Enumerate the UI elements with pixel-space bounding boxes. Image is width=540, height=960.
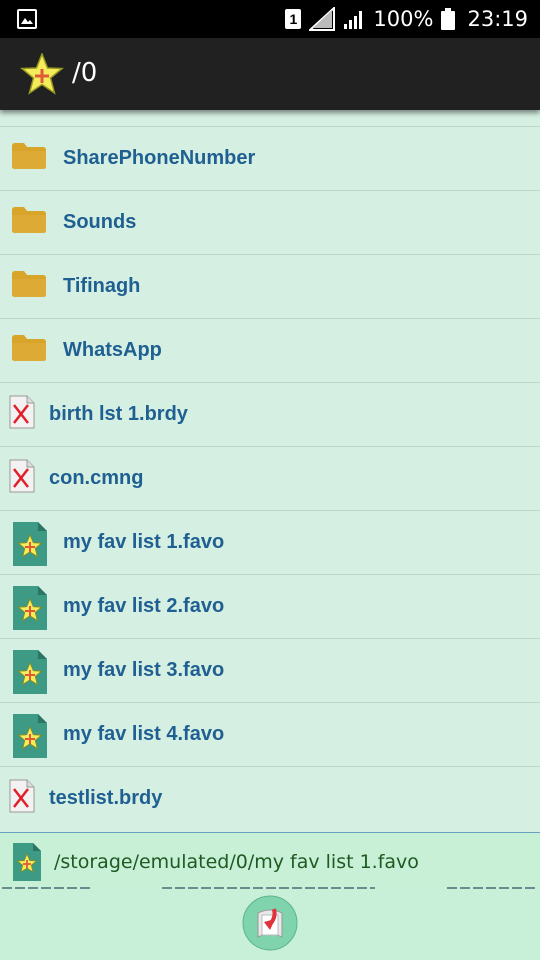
file-name: my fav list 4.favo [63, 723, 225, 745]
file-name: my fav list 1.favo [63, 531, 225, 553]
page-title: /0 [72, 58, 98, 88]
broken-file-icon [9, 395, 35, 429]
sim-slot-badge: 1 [285, 9, 302, 29]
file-name: testlist.brdy [49, 787, 163, 809]
file-item[interactable]: testlist.brdy [0, 766, 540, 830]
battery-level: 100% [373, 7, 434, 31]
favo-file-icon [13, 714, 47, 758]
file-name: my fav list 2.favo [63, 595, 225, 617]
favo-file-icon [13, 522, 47, 566]
file-item[interactable]: my fav list 2.favo [0, 574, 540, 638]
file-list: SharePhoneNumber Sounds Tifinagh WhatsApp bi… [0, 110, 540, 832]
file-item[interactable]: my fav list 4.favo [0, 702, 540, 766]
star-plus-icon[interactable] [20, 53, 64, 95]
folder-item[interactable]: WhatsApp [0, 318, 540, 382]
signal-icon [309, 7, 336, 31]
folder-icon [12, 207, 46, 233]
bottom-bar [0, 890, 540, 960]
broken-file-icon [9, 459, 35, 493]
app-bar: /0 [0, 38, 540, 110]
favo-file-icon [13, 843, 41, 881]
folder-icon [12, 335, 46, 361]
image-icon [17, 9, 37, 29]
file-item[interactable]: con.cmng [0, 446, 540, 510]
file-name: Tifinagh [63, 275, 141, 297]
clock: 23:19 [467, 7, 528, 31]
folder-item[interactable]: Sounds [0, 190, 540, 254]
folder-icon [12, 271, 46, 297]
favo-file-icon [13, 586, 47, 630]
file-name: WhatsApp [63, 339, 162, 361]
import-button[interactable] [242, 895, 298, 951]
file-name: Sounds [63, 211, 137, 233]
file-item[interactable]: my fav list 3.favo [0, 638, 540, 702]
signal-icon [344, 11, 363, 29]
selected-file-path: /storage/emulated/0/my fav list 1.favo [54, 851, 419, 873]
folder-item[interactable]: SharePhoneNumber [0, 126, 540, 190]
battery-icon [441, 8, 456, 30]
file-name: con.cmng [49, 467, 144, 489]
file-name: SharePhoneNumber [63, 147, 256, 169]
selected-file-bar: /storage/emulated/0/my fav list 1.favo [0, 832, 540, 891]
folder-icon [12, 143, 46, 169]
status-bar: 1 100% 23:19 [0, 0, 540, 38]
broken-file-icon [9, 779, 35, 813]
file-name: birth lst 1.brdy [49, 403, 188, 425]
folder-item[interactable]: Tifinagh [0, 254, 540, 318]
file-item[interactable]: my fav list 1.favo [0, 510, 540, 574]
file-name: my fav list 3.favo [63, 659, 225, 681]
favo-file-icon [13, 650, 47, 694]
file-item[interactable]: birth lst 1.brdy [0, 382, 540, 446]
